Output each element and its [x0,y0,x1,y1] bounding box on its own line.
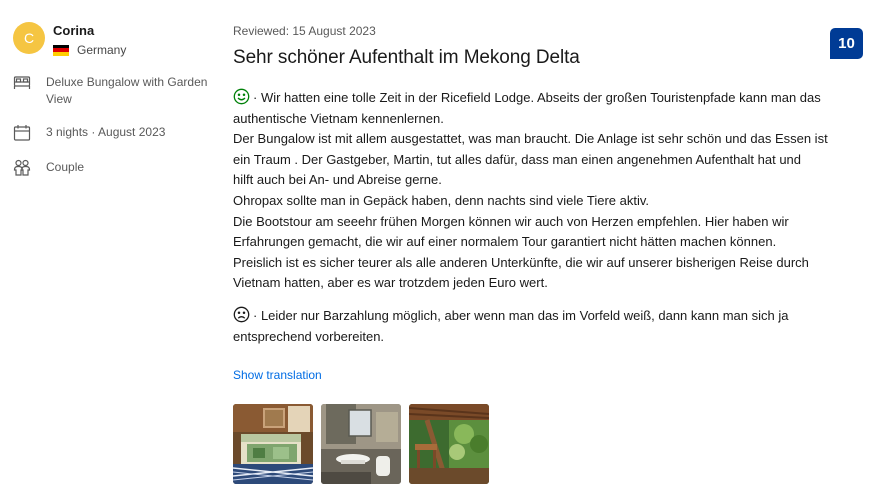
traveler-type-label: Couple [46,160,85,174]
review-photo-terrace[interactable] [409,404,489,485]
avatar: C [13,22,45,54]
show-translation-link[interactable]: Show translation [233,368,322,382]
positive-line: ein Traum . Der Gastgeber, Martin, tut a… [233,151,802,167]
stay-duration: 3 nights · August 2023 [13,124,213,142]
positive-line: hilft auch bei An- und Abreise gerne. [233,172,442,188]
stay-duration-label: 3 nights · August 2023 [46,125,166,139]
bed-icon [13,74,31,92]
positive-review: · Wir hatten eine tolle Zeit in der Rice… [233,88,873,294]
positive-line: Erfahrungen gemacht, die wir auf einer n… [233,234,777,250]
traveler-type: Couple [13,159,213,177]
review-photos [233,404,873,485]
positive-line: Der Bungalow ist mit allem ausgestattet,… [233,131,828,147]
smiley-sad-icon [233,306,250,323]
people-icon [13,159,31,177]
review-title: Sehr schöner Aufenthalt im Mekong Delta [233,47,580,68]
positive-line: Vietnam hatten, aber es war trotzdem jed… [233,275,548,291]
review-photo-bathroom[interactable] [321,404,401,485]
review-photo-bedroom[interactable] [233,404,313,485]
smiley-happy-icon [233,88,250,105]
positive-line: authentische Vietnam kennenlernen. [233,110,444,126]
positive-line: Preislich ist es sicher teurer als alle … [233,254,809,270]
calendar-icon [13,124,31,142]
negative-line: entsprechend vorbereiten. [233,328,385,344]
reviewer-name: Corina [53,23,95,38]
room-type: Deluxe Bungalow with Garden View [13,74,213,108]
negative-line: · Leider nur Barzahlung möglich, aber we… [233,306,873,327]
room-type-label: Deluxe Bungalow with Garden View [46,75,208,106]
negative-review: · Leider nur Barzahlung möglich, aber we… [233,306,873,347]
positive-line: Die Bootstour am seeehr frühen Morgen kö… [233,213,789,229]
review-body: · Wir hatten eine tolle Zeit in der Rice… [233,88,873,347]
reviewer-header: C Corina Germany [13,22,213,57]
review-content: Reviewed: 15 August 2023 Sehr schöner Au… [233,24,873,485]
country-label: Germany [77,43,127,57]
germany-flag-icon [53,44,69,56]
reviewer-info: Corina Germany [53,23,126,57]
reviewer-country: Germany [53,43,126,57]
positive-line: · Wir hatten eine tolle Zeit in der Rice… [233,88,873,109]
reviewer-sidebar: C Corina Germany Deluxe Bungalow with Ga… [13,22,213,177]
positive-line: Ohropax sollte man in Gepäck haben, denn… [233,192,649,208]
reviewed-date: Reviewed: 15 August 2023 [233,24,376,38]
